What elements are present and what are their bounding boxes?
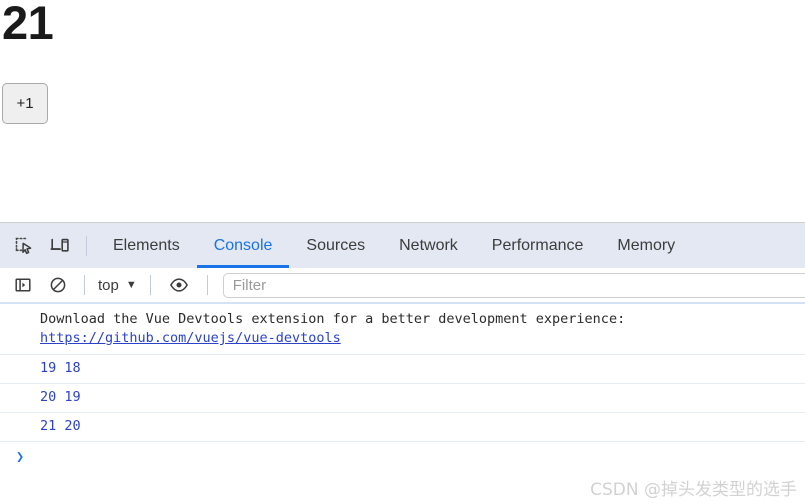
device-toolbar-icon[interactable]: [43, 229, 77, 263]
filter-input[interactable]: [222, 272, 805, 298]
console-log-row: 21 20: [0, 413, 805, 442]
clear-console-icon[interactable]: [41, 268, 75, 302]
console-log-text: 19 18: [40, 360, 81, 376]
inspect-element-icon[interactable]: [7, 229, 41, 263]
prompt-chevron-icon: ❯: [16, 449, 25, 465]
devtools-tabbar: Elements Console Sources Network Perform…: [0, 223, 805, 268]
tab-network[interactable]: Network: [382, 223, 475, 268]
console-message-text: Download the Vue Devtools extension for …: [40, 311, 626, 327]
vue-devtools-link[interactable]: https://github.com/vuejs/vue-devtools: [40, 329, 805, 348]
toolbar-separator: [206, 275, 208, 295]
console-log-row: 19 18: [0, 355, 805, 384]
tab-label: Sources: [306, 236, 366, 254]
tab-label: Memory: [617, 236, 676, 254]
console-log-text: 20 19: [40, 389, 81, 405]
tab-label: Performance: [491, 236, 584, 254]
toolbar-separator: [84, 275, 85, 295]
sidebar-toggle-icon[interactable]: [6, 268, 40, 302]
tab-sources[interactable]: Sources: [289, 223, 382, 268]
csdn-watermark: CSDN @掉头发类型的选手: [590, 480, 797, 500]
increment-button[interactable]: +1: [2, 83, 48, 124]
console-message-list: Download the Vue Devtools extension for …: [0, 304, 805, 476]
console-log-text: 21 20: [40, 418, 81, 434]
console-toolbar: top ▼: [0, 268, 805, 304]
tab-label: Elements: [113, 236, 180, 254]
console-message-vue-devtools: Download the Vue Devtools extension for …: [0, 304, 805, 355]
tab-label: Console: [213, 236, 273, 254]
web-page-viewport: 21 +1: [0, 0, 805, 222]
console-log-row: 20 19: [0, 384, 805, 413]
context-label: top: [98, 276, 119, 294]
tab-elements[interactable]: Elements: [96, 223, 197, 268]
eye-icon[interactable]: [162, 268, 196, 302]
tab-memory[interactable]: Memory: [600, 223, 692, 268]
console-context-selector[interactable]: top ▼: [94, 272, 141, 298]
chevron-down-icon: ▼: [125, 279, 137, 291]
counter-value: 21: [2, 0, 54, 49]
devtools-panel: Elements Console Sources Network Perform…: [0, 222, 805, 503]
toolbar-separator: [149, 275, 151, 295]
tab-console[interactable]: Console: [196, 223, 290, 268]
tab-performance[interactable]: Performance: [475, 223, 601, 268]
console-input-prompt[interactable]: ❯: [0, 442, 805, 476]
tabbar-separator: [86, 235, 87, 256]
tab-label: Network: [399, 236, 458, 254]
